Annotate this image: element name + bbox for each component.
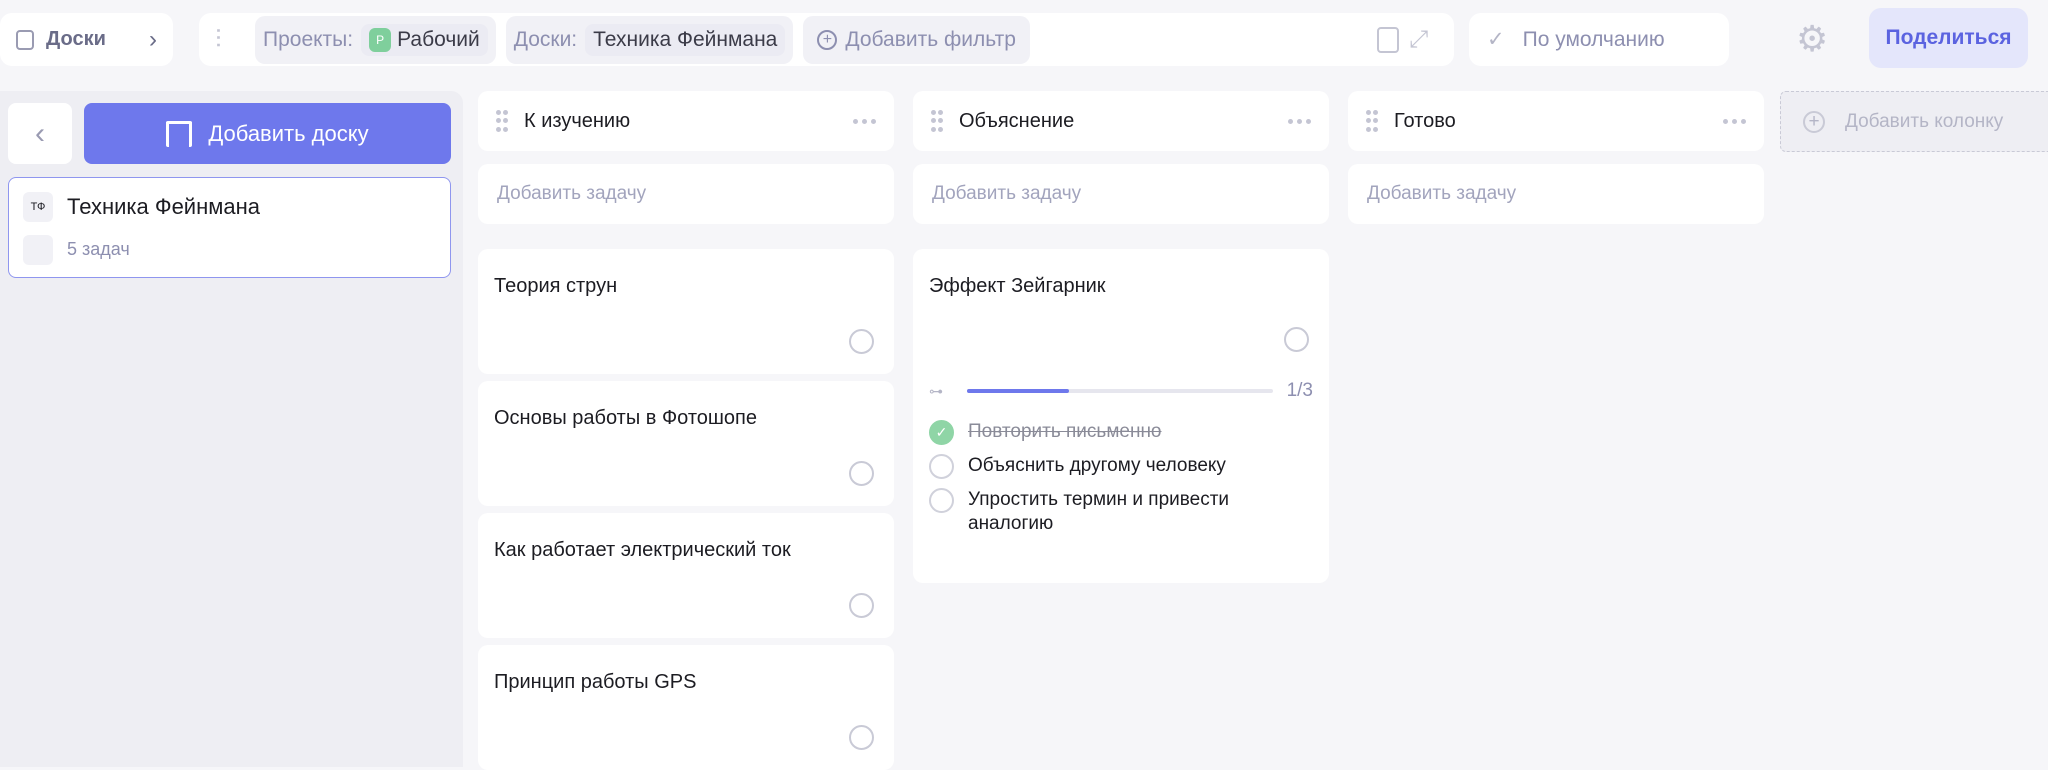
- column-explanation: Объяснение Добавить задачу Эффект Зейгар…: [913, 91, 1329, 583]
- add-task-input[interactable]: Добавить задачу: [913, 164, 1329, 224]
- project-chip[interactable]: Р Рабочий: [361, 23, 488, 56]
- boards-filter[interactable]: Доски: Техника Фейнмана: [505, 15, 794, 64]
- drag-handle-icon[interactable]: [1366, 110, 1378, 132]
- task-card[interactable]: Как работает электрический ток: [478, 513, 894, 638]
- column-title: К изучению: [524, 109, 631, 132]
- board-item[interactable]: ТФ Техника Фейнмана 5 задач: [8, 177, 451, 278]
- column-header[interactable]: К изучению: [478, 91, 894, 151]
- board-add-icon: [166, 120, 193, 147]
- progress-bar-fill: [967, 389, 1069, 393]
- subtask-text: Упростить термин и привести аналогию: [968, 489, 1230, 534]
- filter-sliders-icon[interactable]: ⫶: [215, 24, 245, 56]
- boards-filter-label: Доски:: [513, 27, 578, 51]
- check-icon: ✓: [1487, 28, 1505, 51]
- task-title: Принцип работы GPS: [494, 671, 697, 693]
- sidebar: ‹ Добавить доску ТФ Техника Фейнмана 5 з…: [0, 91, 463, 767]
- projects-filter[interactable]: Проекты: Р Рабочий: [255, 15, 496, 64]
- subtask-text: Повторить письменно: [968, 421, 1162, 442]
- boards-nav[interactable]: Доски ›: [0, 13, 173, 66]
- add-board-label: Добавить доску: [208, 120, 369, 146]
- checked-icon[interactable]: ✓: [929, 420, 954, 445]
- boards-label: Доски: [46, 28, 106, 50]
- subtask-item[interactable]: ✓ Повторить письменно: [929, 420, 1313, 445]
- settings-gear-icon[interactable]: ⚙: [1796, 18, 1828, 60]
- add-column-label: Добавить колонку: [1845, 110, 2004, 132]
- plus-circle-icon: +: [817, 29, 838, 50]
- subtask-checkbox[interactable]: [929, 488, 954, 513]
- save-icon[interactable]: [1377, 26, 1399, 53]
- column-header[interactable]: Готово: [1348, 91, 1764, 151]
- add-task-input[interactable]: Добавить задачу: [1348, 164, 1764, 224]
- plus-circle-icon: +: [1803, 110, 1825, 133]
- complete-checkbox[interactable]: [849, 593, 874, 618]
- drag-handle-icon[interactable]: [931, 110, 943, 132]
- board-initials: ТФ: [23, 192, 53, 222]
- task-card[interactable]: Теория струн: [478, 249, 894, 374]
- projects-label: Проекты:: [263, 27, 354, 51]
- subtask-checkbox[interactable]: [929, 454, 954, 479]
- project-value: Рабочий: [397, 27, 480, 51]
- task-card[interactable]: Эффект Зейгарник ⊶ 1/3 ✓ Повторить письме…: [913, 249, 1329, 583]
- add-filter-button[interactable]: + Добавить фильтр: [803, 15, 1030, 64]
- board-task-count: 5 задач: [67, 239, 130, 259]
- column-title: Объяснение: [959, 109, 1075, 132]
- subtask-item[interactable]: Объяснить другому человеку: [929, 454, 1313, 479]
- task-card[interactable]: Принцип работы GPS: [478, 645, 894, 770]
- task-title: Теория струн: [494, 275, 618, 297]
- progress-text: 1/3: [1286, 380, 1313, 401]
- task-title: Эффект Зейгарник: [929, 275, 1106, 297]
- board-name: Техника Фейнмана: [67, 194, 260, 219]
- task-title: Основы работы в Фотошопе: [494, 407, 758, 429]
- chevron-right-icon: ›: [149, 25, 157, 53]
- add-board-button[interactable]: Добавить доску: [84, 103, 451, 164]
- filter-bar: ⫶ Проекты: Р Рабочий Доски: Техника Фейнм…: [199, 13, 1454, 66]
- complete-checkbox[interactable]: [1284, 327, 1309, 352]
- view-selector[interactable]: ✓ По умолчанию: [1469, 13, 1729, 66]
- complete-checkbox[interactable]: [849, 329, 874, 354]
- column-done: Готово Добавить задачу: [1348, 91, 1764, 224]
- subtask-item[interactable]: Упростить термин и привести аналогию: [929, 488, 1313, 536]
- tasks-icon: [23, 235, 53, 265]
- complete-checkbox[interactable]: [849, 461, 874, 486]
- subtasks-tree-icon: ⊶: [929, 382, 943, 399]
- column-header[interactable]: Объяснение: [913, 91, 1329, 151]
- project-badge: Р: [369, 27, 392, 52]
- collapse-sidebar-button[interactable]: ‹: [8, 103, 72, 164]
- complete-checkbox[interactable]: [849, 725, 874, 750]
- more-icon[interactable]: [1288, 118, 1311, 124]
- add-column-button[interactable]: + Добавить колонку: [1780, 91, 2048, 152]
- fullscreen-icon[interactable]: ⤢: [1409, 26, 1439, 54]
- column-title: Готово: [1394, 109, 1456, 132]
- task-card[interactable]: Основы работы в Фотошопе: [478, 381, 894, 506]
- share-button[interactable]: Поделиться: [1869, 8, 2028, 68]
- add-task-input[interactable]: Добавить задачу: [478, 164, 894, 224]
- more-icon[interactable]: [1723, 118, 1746, 124]
- subtask-progress: ⊶ 1/3: [929, 380, 1313, 402]
- add-filter-label: Добавить фильтр: [845, 27, 1016, 51]
- drag-handle-icon[interactable]: [496, 110, 508, 132]
- more-icon[interactable]: [853, 118, 876, 124]
- column-to-study: К изучению Добавить задачу Теория струн …: [478, 91, 894, 770]
- boards-filter-value[interactable]: Техника Фейнмана: [585, 23, 786, 56]
- task-title: Как работает электрический ток: [494, 539, 791, 561]
- subtask-text: Объяснить другому человеку: [968, 455, 1226, 476]
- board-icon: [16, 29, 34, 50]
- view-label: По умолчанию: [1522, 27, 1665, 51]
